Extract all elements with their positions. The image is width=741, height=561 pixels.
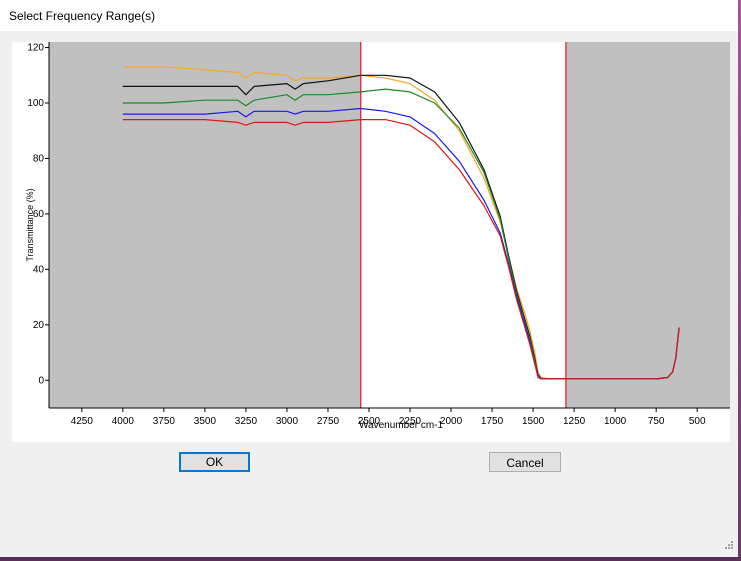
x-tick-label: 4250 <box>71 416 94 427</box>
y-tick-label: 80 <box>33 153 45 164</box>
window-edge-bottom <box>0 557 741 561</box>
y-tick-label: 100 <box>27 98 44 109</box>
y-tick-label: 20 <box>33 320 45 331</box>
ok-button[interactable]: OK <box>179 452 250 472</box>
x-tick-label: 1000 <box>604 416 627 427</box>
y-tick-label: 40 <box>33 264 45 275</box>
x-tick-label: 3250 <box>235 416 258 427</box>
x-axis-label: Wavenumber cm-1 <box>359 420 444 431</box>
x-tick-label: 3500 <box>194 416 217 427</box>
x-tick-label: 3000 <box>276 416 299 427</box>
title-bar: Select Frequency Range(s) <box>0 0 741 31</box>
y-axis-label: Transmittance (%) <box>25 188 35 261</box>
x-tick-label: 750 <box>648 416 665 427</box>
resize-grip-icon[interactable] <box>722 540 734 552</box>
window-title: Select Frequency Range(s) <box>9 9 156 23</box>
x-tick-label: 1250 <box>563 416 586 427</box>
excluded-region-left[interactable] <box>49 42 361 408</box>
spectrum-chart[interactable]: 0204060801001204250 4000 3750 3500 3250 3000 2… <box>12 42 730 442</box>
x-tick-label: 1500 <box>522 416 545 427</box>
spectrum-plot-panel[interactable]: 0 20 40 60 80 100 120 4250 4000 3750 3500 3250 3000 2… <box>12 42 730 442</box>
x-tick-label: 500 <box>689 416 706 427</box>
x-tick-label: 4000 <box>112 416 135 427</box>
y-tick-label: 0 <box>38 375 44 386</box>
x-tick-label: 2000 <box>440 416 463 427</box>
x-tick-label: 1750 <box>481 416 504 427</box>
x-tick-label: 2750 <box>317 416 340 427</box>
cancel-button[interactable]: Cancel <box>489 452 561 472</box>
x-tick-label: 3750 <box>153 416 176 427</box>
excluded-region-right[interactable] <box>565 42 730 408</box>
y-tick-label: 120 <box>27 43 44 54</box>
